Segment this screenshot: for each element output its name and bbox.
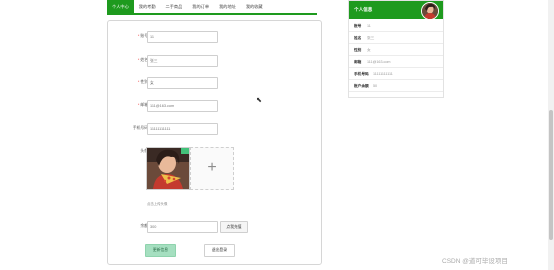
tab-secondhand[interactable]: 二手商品 — [161, 0, 188, 13]
tab-my-address[interactable]: 我的地址 — [214, 0, 241, 13]
tab-my-orders[interactable]: 我的订单 — [187, 0, 214, 13]
phone-label: 手机号码 — [132, 126, 148, 130]
avatar-upload-button[interactable]: + — [190, 147, 234, 190]
tab-my-attendance[interactable]: 我的考勤 — [134, 0, 161, 13]
profile-row-balance: 账户余额 50 — [349, 81, 443, 92]
recharge-button[interactable]: 点我充值 — [220, 221, 248, 233]
profile-row-email: 邮箱 111@163.com — [349, 57, 443, 68]
account-row: *账号 11 — [108, 31, 321, 43]
personal-info-panel: 个人信息 账号 11 姓名 张三 性别女 邮箱 111@163.com 手机号码 111… — [348, 0, 444, 98]
phone-input[interactable]: 11111111111 — [147, 123, 218, 135]
mouse-cursor-icon: ⬉ — [256, 97, 262, 104]
update-info-button[interactable]: 更新信息 — [145, 244, 176, 257]
avatar — [421, 2, 439, 20]
personal-info-title: 个人信息 — [354, 7, 373, 12]
phone-row: 手机号码 11111111111 — [108, 123, 321, 135]
avatar-upload-tip: 点击上传头像 — [147, 202, 168, 206]
watermark: CSDN @道可毕设项目 — [442, 258, 508, 265]
tab-my-favorites[interactable]: 我的收藏 — [241, 0, 268, 13]
profile-row-gender: 性别女 — [349, 45, 443, 56]
profile-row-name: 姓名 张三 — [349, 33, 443, 44]
scrollbar-thumb[interactable] — [549, 110, 553, 240]
avatar-photo-small — [422, 3, 438, 19]
chevron-down-icon: ⌄ — [150, 81, 154, 85]
gender-select[interactable]: 女 ⌄ — [147, 77, 218, 89]
balance-row: 余额 300 — [108, 221, 321, 233]
balance-input[interactable]: 300 — [147, 221, 218, 233]
personal-info-header: 个人信息 — [349, 1, 443, 20]
profile-row-account: 账号 11 — [349, 21, 443, 32]
name-input[interactable]: 张三 — [147, 55, 218, 67]
avatar-photo — [147, 148, 189, 189]
gender-row: *性别 女 ⌄ — [108, 77, 321, 89]
account-input[interactable]: 11 — [147, 31, 218, 43]
email-row: *邮箱 111@163.com — [108, 100, 321, 112]
email-input[interactable]: 111@163.com — [147, 100, 218, 112]
name-row: *姓名 张三 — [108, 55, 321, 67]
top-tabs: 个人中心 我的考勤 二手商品 我的订单 我的地址 我的收藏 — [107, 0, 317, 15]
avatar-image[interactable] — [146, 147, 190, 190]
logout-button[interactable]: 退出登录 — [204, 244, 235, 257]
profile-row-phone: 手机号码 11111111111 — [349, 69, 443, 80]
tab-personal-center[interactable]: 个人中心 — [107, 0, 134, 13]
plus-icon: + — [207, 159, 217, 176]
profile-form-card: *账号 11 *姓名 张三 *性别 女 ⌄ *邮箱 111@163.com 手机号… — [107, 20, 322, 265]
